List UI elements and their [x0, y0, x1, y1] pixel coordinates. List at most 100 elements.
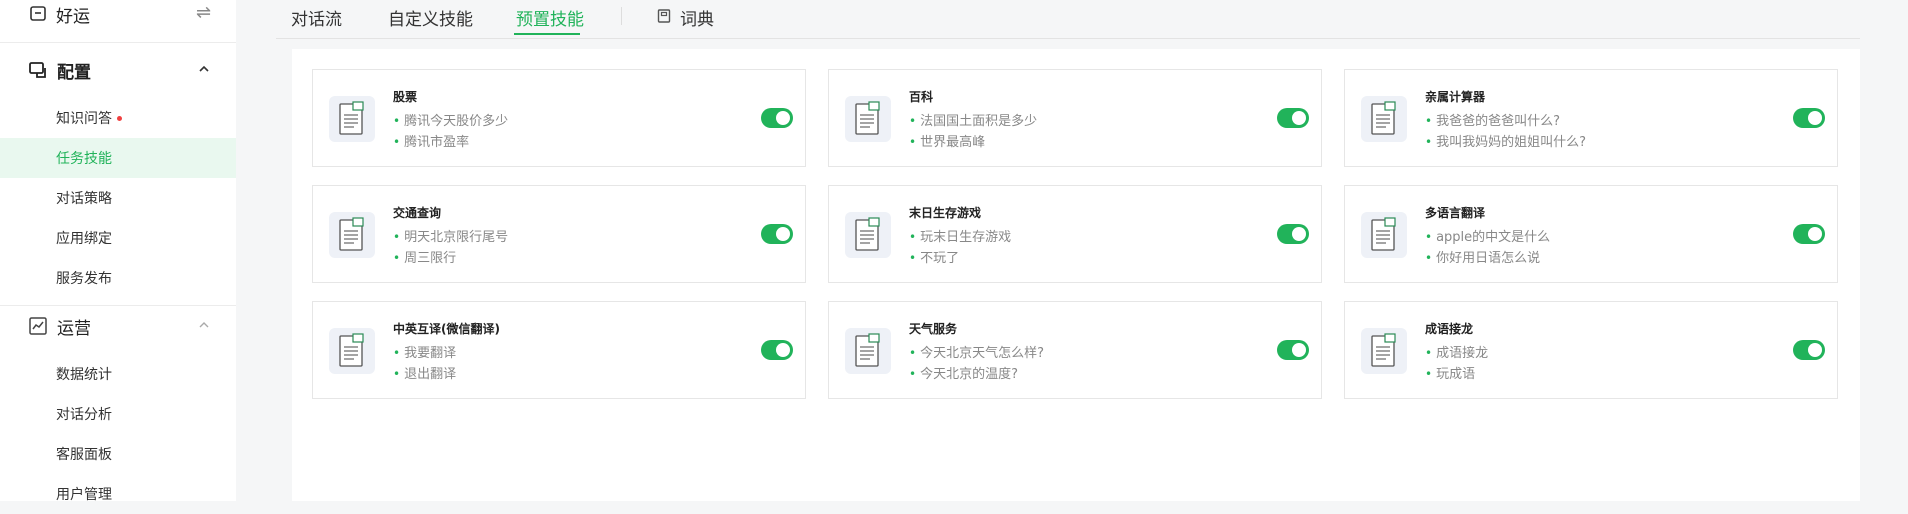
skill-thumbnail [1361, 328, 1407, 374]
tab-custom-skills[interactable]: 自定义技能 [388, 5, 473, 30]
switch-icon[interactable]: ⇌ [196, 2, 211, 23]
document-icon [1371, 217, 1396, 251]
sidebar-item-label: 数据统计 [56, 367, 112, 383]
skill-title: 亲属计算器 [1425, 90, 1486, 104]
skill-example: • 退出翻译 [393, 367, 457, 382]
skill-example: • 今天北京的温度? [909, 367, 1018, 382]
skill-title: 股票 [393, 90, 418, 104]
sidebar-item-label: 对话分析 [56, 407, 112, 423]
chart-icon [29, 317, 47, 335]
sidebar-item-label: 用户管理 [56, 487, 112, 503]
document-icon [855, 333, 880, 367]
skill-example: • 不玩了 [909, 251, 960, 266]
tab-separator [621, 7, 622, 25]
tab-preset-skills[interactable]: 预置技能 [516, 5, 584, 30]
skill-example: • 明天北京限行尾号 [393, 230, 509, 245]
skill-toggle[interactable] [1277, 340, 1309, 360]
sidebar-group-config[interactable]: 配置 [0, 50, 236, 90]
skill-toggle[interactable] [1793, 340, 1825, 360]
skill-card[interactable]: 股票 • 腾讯今天股价多少 • 腾讯市盈率 [312, 69, 806, 167]
skill-title: 百科 [909, 90, 934, 104]
skill-thumbnail [329, 96, 375, 142]
skill-example: • 玩末日生存游戏 [909, 230, 1012, 245]
skill-example: • 法国国土面积是多少 [909, 114, 1038, 129]
document-icon [339, 101, 364, 135]
document-icon [855, 101, 880, 135]
notification-dot [117, 116, 122, 121]
skill-toggle[interactable] [1793, 224, 1825, 244]
active-tab-indicator [514, 33, 580, 35]
skill-example: • 周三限行 [393, 251, 457, 266]
skill-card[interactable]: 亲属计算器 • 我爸爸的爸爸叫什么? • 我叫我妈妈的姐姐叫什么? [1344, 69, 1838, 167]
skill-title: 多语言翻译 [1425, 206, 1486, 220]
document-icon [855, 217, 880, 251]
sidebar-item-label: 知识问答 [56, 111, 112, 127]
skill-thumbnail [1361, 96, 1407, 142]
skill-thumbnail [845, 212, 891, 258]
sidebar-group-label: 运营 [57, 319, 91, 339]
sidebar-item-task-skills[interactable]: 任务技能 [0, 138, 236, 178]
bot-name: 好运 [56, 7, 90, 27]
skill-card[interactable]: 天气服务 • 今天北京天气怎么样? • 今天北京的温度? [828, 301, 1322, 399]
skill-card[interactable]: 多语言翻译 • apple的中文是什么 • 你好用日语怎么说 [1344, 185, 1838, 283]
skill-toggle[interactable] [761, 224, 793, 244]
skill-toggle[interactable] [1793, 108, 1825, 128]
sidebar-item-label: 任务技能 [56, 151, 112, 167]
skill-title: 中英互译(微信翻译) [393, 322, 500, 336]
tab-dialog-flow[interactable]: 对话流 [291, 5, 342, 30]
skill-example: • 世界最高峰 [909, 135, 986, 150]
bot-icon [30, 6, 46, 21]
skill-title: 交通查询 [393, 206, 442, 220]
chevron-up-icon [199, 322, 209, 328]
skill-example: • 腾讯市盈率 [393, 135, 470, 150]
skill-toggle[interactable] [1277, 108, 1309, 128]
sidebar-item-data-stats[interactable]: 数据统计 [0, 354, 236, 394]
skill-thumbnail [329, 212, 375, 258]
tab-bar: 对话流 自定义技能 预置技能 词典 [276, 0, 1860, 39]
skill-card[interactable]: 末日生存游戏 • 玩末日生存游戏 • 不玩了 [828, 185, 1322, 283]
skill-card[interactable]: 中英互译(微信翻译) • 我要翻译 • 退出翻译 [312, 301, 806, 399]
sidebar: 好运 ⇌ 配置 知识问答 任务技能 对话策略 应用绑定 服务发布 运营 数据统计… [0, 0, 236, 503]
skill-example: • 我叫我妈妈的姐姐叫什么? [1425, 135, 1586, 150]
skill-card[interactable]: 成语接龙 • 成语接龙 • 玩成语 [1344, 301, 1838, 399]
document-icon [1371, 333, 1396, 367]
skill-title: 天气服务 [909, 322, 958, 336]
chevron-up-icon [199, 65, 209, 72]
skill-example: • 我要翻译 [393, 346, 457, 361]
skill-toggle[interactable] [761, 108, 793, 128]
skill-card[interactable]: 交通查询 • 明天北京限行尾号 • 周三限行 [312, 185, 806, 283]
skill-thumbnail [1361, 212, 1407, 258]
config-icon [29, 62, 46, 78]
sidebar-item-service-panel[interactable]: 客服面板 [0, 434, 236, 474]
skill-example: • 你好用日语怎么说 [1425, 251, 1541, 266]
skill-thumbnail [845, 328, 891, 374]
sidebar-item-app-binding[interactable]: 应用绑定 [0, 218, 236, 258]
skill-toggle[interactable] [1277, 224, 1309, 244]
sidebar-item-label: 对话策略 [56, 191, 112, 207]
sidebar-item-dialog-strategy[interactable]: 对话策略 [0, 178, 236, 218]
preset-skills-panel: 股票 • 腾讯今天股价多少 • 腾讯市盈率 百科 • 法国国土面积是多少 • 世界最高峰 [292, 49, 1860, 501]
sidebar-item-knowledge-qa[interactable]: 知识问答 [0, 98, 236, 138]
sidebar-item-user-management[interactable]: 用户管理 [0, 474, 236, 514]
skill-example: • 玩成语 [1425, 367, 1476, 382]
document-icon [1371, 101, 1396, 135]
sidebar-item-service-publish[interactable]: 服务发布 [0, 258, 236, 298]
divider [0, 42, 236, 43]
skill-example: • 成语接龙 [1425, 346, 1489, 361]
document-icon [339, 217, 364, 251]
tab-dictionary[interactable]: 词典 [680, 5, 714, 30]
sidebar-group-operations[interactable]: 运营 [0, 306, 236, 346]
document-icon [339, 333, 364, 367]
skill-example: • apple的中文是什么 [1425, 230, 1551, 245]
bot-switcher[interactable]: 好运 ⇌ [0, 0, 236, 42]
skill-toggle[interactable] [761, 340, 793, 360]
sidebar-item-label: 客服面板 [56, 447, 112, 463]
sidebar-item-label: 应用绑定 [56, 231, 112, 247]
skill-example: • 腾讯今天股价多少 [393, 114, 509, 129]
skill-title: 成语接龙 [1425, 322, 1474, 336]
sidebar-item-label: 服务发布 [56, 271, 112, 287]
sidebar-item-dialog-analysis[interactable]: 对话分析 [0, 394, 236, 434]
skill-example: • 今天北京天气怎么样? [909, 346, 1044, 361]
skill-card[interactable]: 百科 • 法国国土面积是多少 • 世界最高峰 [828, 69, 1322, 167]
book-icon [657, 9, 671, 23]
